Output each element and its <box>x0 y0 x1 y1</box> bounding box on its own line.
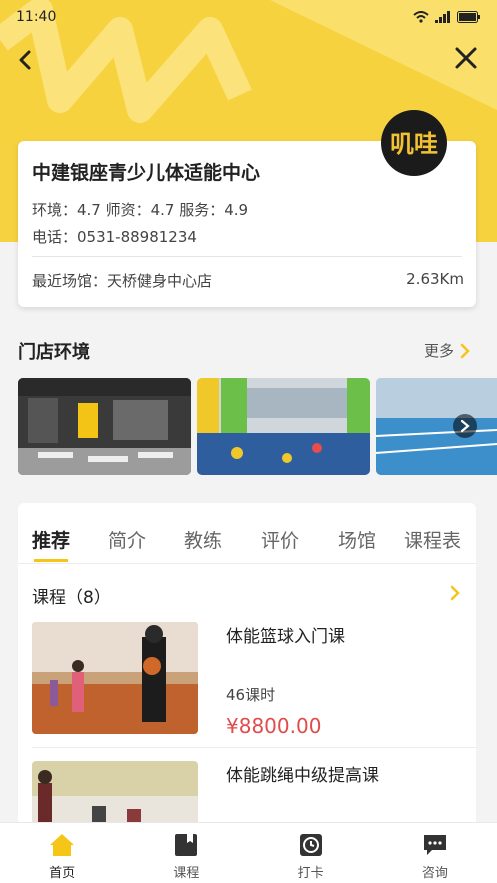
venue-distance: 2.63Km <box>406 270 464 288</box>
course-title: 体能篮球入门课 <box>226 627 345 647</box>
signal-icon <box>435 11 450 23</box>
gallery-photo-pool[interactable] <box>376 378 497 475</box>
course-thumbnail <box>32 761 198 823</box>
tabbar-label: 首页 <box>49 866 76 881</box>
tab-coaches[interactable]: 教练 <box>184 526 222 553</box>
environment-title: 门店环境 <box>18 342 90 363</box>
nearest-venue[interactable]: 最近场馆：天桥健身中心店 <box>32 270 212 291</box>
card-divider <box>32 256 462 257</box>
store-phone[interactable]: 电话：0531-88981234 <box>32 226 197 247</box>
jump-rope-photo <box>32 761 198 823</box>
bottom-tab-bar: 首页 课程 打卡 咨询 <box>0 822 497 883</box>
close-icon <box>455 47 477 69</box>
course-item[interactable]: 体能跳绳中级提高课 <box>32 761 476 823</box>
chevron-left-icon <box>19 50 31 70</box>
tabbar-home[interactable]: 首页 <box>0 823 124 883</box>
gallery-next-button[interactable] <box>453 414 477 438</box>
course-item[interactable]: 体能篮球入门课 46课时 ¥8800.00 <box>32 622 476 738</box>
status-time: 11:40 <box>16 9 57 25</box>
environment-more-link[interactable]: 更多 <box>424 340 470 361</box>
hall-photo <box>197 378 370 475</box>
courses-heading: 课程（8） <box>32 588 111 608</box>
chevron-right-icon <box>460 343 470 358</box>
gallery-photo-gym[interactable] <box>18 378 191 475</box>
tab-recommend[interactable]: 推荐 <box>32 526 70 553</box>
battery-icon <box>457 11 480 23</box>
tabbar-label: 课程 <box>173 866 200 881</box>
course-price: ¥8800.00 <box>226 714 322 738</box>
tab-reviews[interactable]: 评价 <box>261 526 299 553</box>
back-button[interactable] <box>12 44 40 76</box>
chevron-right-icon <box>460 419 470 433</box>
gallery-photo-hall[interactable] <box>197 378 370 475</box>
gym-photo <box>18 378 191 475</box>
logo-image: 叽哇 <box>390 130 438 158</box>
chat-icon <box>423 835 446 855</box>
book-icon <box>175 834 198 856</box>
more-label: 更多 <box>424 342 455 360</box>
course-lessons: 46课时 <box>226 686 276 704</box>
tab-intro[interactable]: 简介 <box>108 526 146 553</box>
svg-text:叽哇: 叽哇 <box>390 130 438 158</box>
wifi-icon <box>413 11 429 23</box>
store-name: 中建银座青少儿体适能中心 <box>32 162 261 184</box>
tab-schedule[interactable]: 课程表 <box>404 526 461 553</box>
tabbar-courses[interactable]: 课程 <box>124 823 248 883</box>
clock-icon <box>299 834 322 856</box>
course-thumbnail <box>32 622 198 734</box>
course-divider <box>32 747 476 748</box>
tabbar-label: 打卡 <box>297 866 324 881</box>
courses-more-button[interactable] <box>450 585 460 605</box>
store-ratings: 环境：4.7 师资：4.7 服务：4.9 <box>32 201 249 219</box>
tabbar-label: 咨询 <box>421 866 448 881</box>
close-button[interactable] <box>452 44 480 72</box>
details-panel: 推荐 简介 教练 评价 场馆 课程表 课程（8） 体能篮球入门课 46课时 ¥8… <box>18 503 476 823</box>
tab-venues[interactable]: 场馆 <box>338 526 376 553</box>
home-icon <box>50 834 75 856</box>
basketball-photo <box>32 622 198 734</box>
tabbar-consult[interactable]: 咨询 <box>373 823 497 883</box>
course-title: 体能跳绳中级提高课 <box>226 766 379 786</box>
status-bar: 11:40 <box>0 0 497 34</box>
chevron-right-icon <box>450 585 460 601</box>
active-tab-indicator <box>34 559 68 562</box>
pool-photo <box>376 378 497 475</box>
store-logo: 叽哇 <box>381 110 447 176</box>
tabbar-checkin[interactable]: 打卡 <box>249 823 373 883</box>
tab-bar: 推荐 简介 教练 评价 场馆 课程表 <box>18 503 476 564</box>
